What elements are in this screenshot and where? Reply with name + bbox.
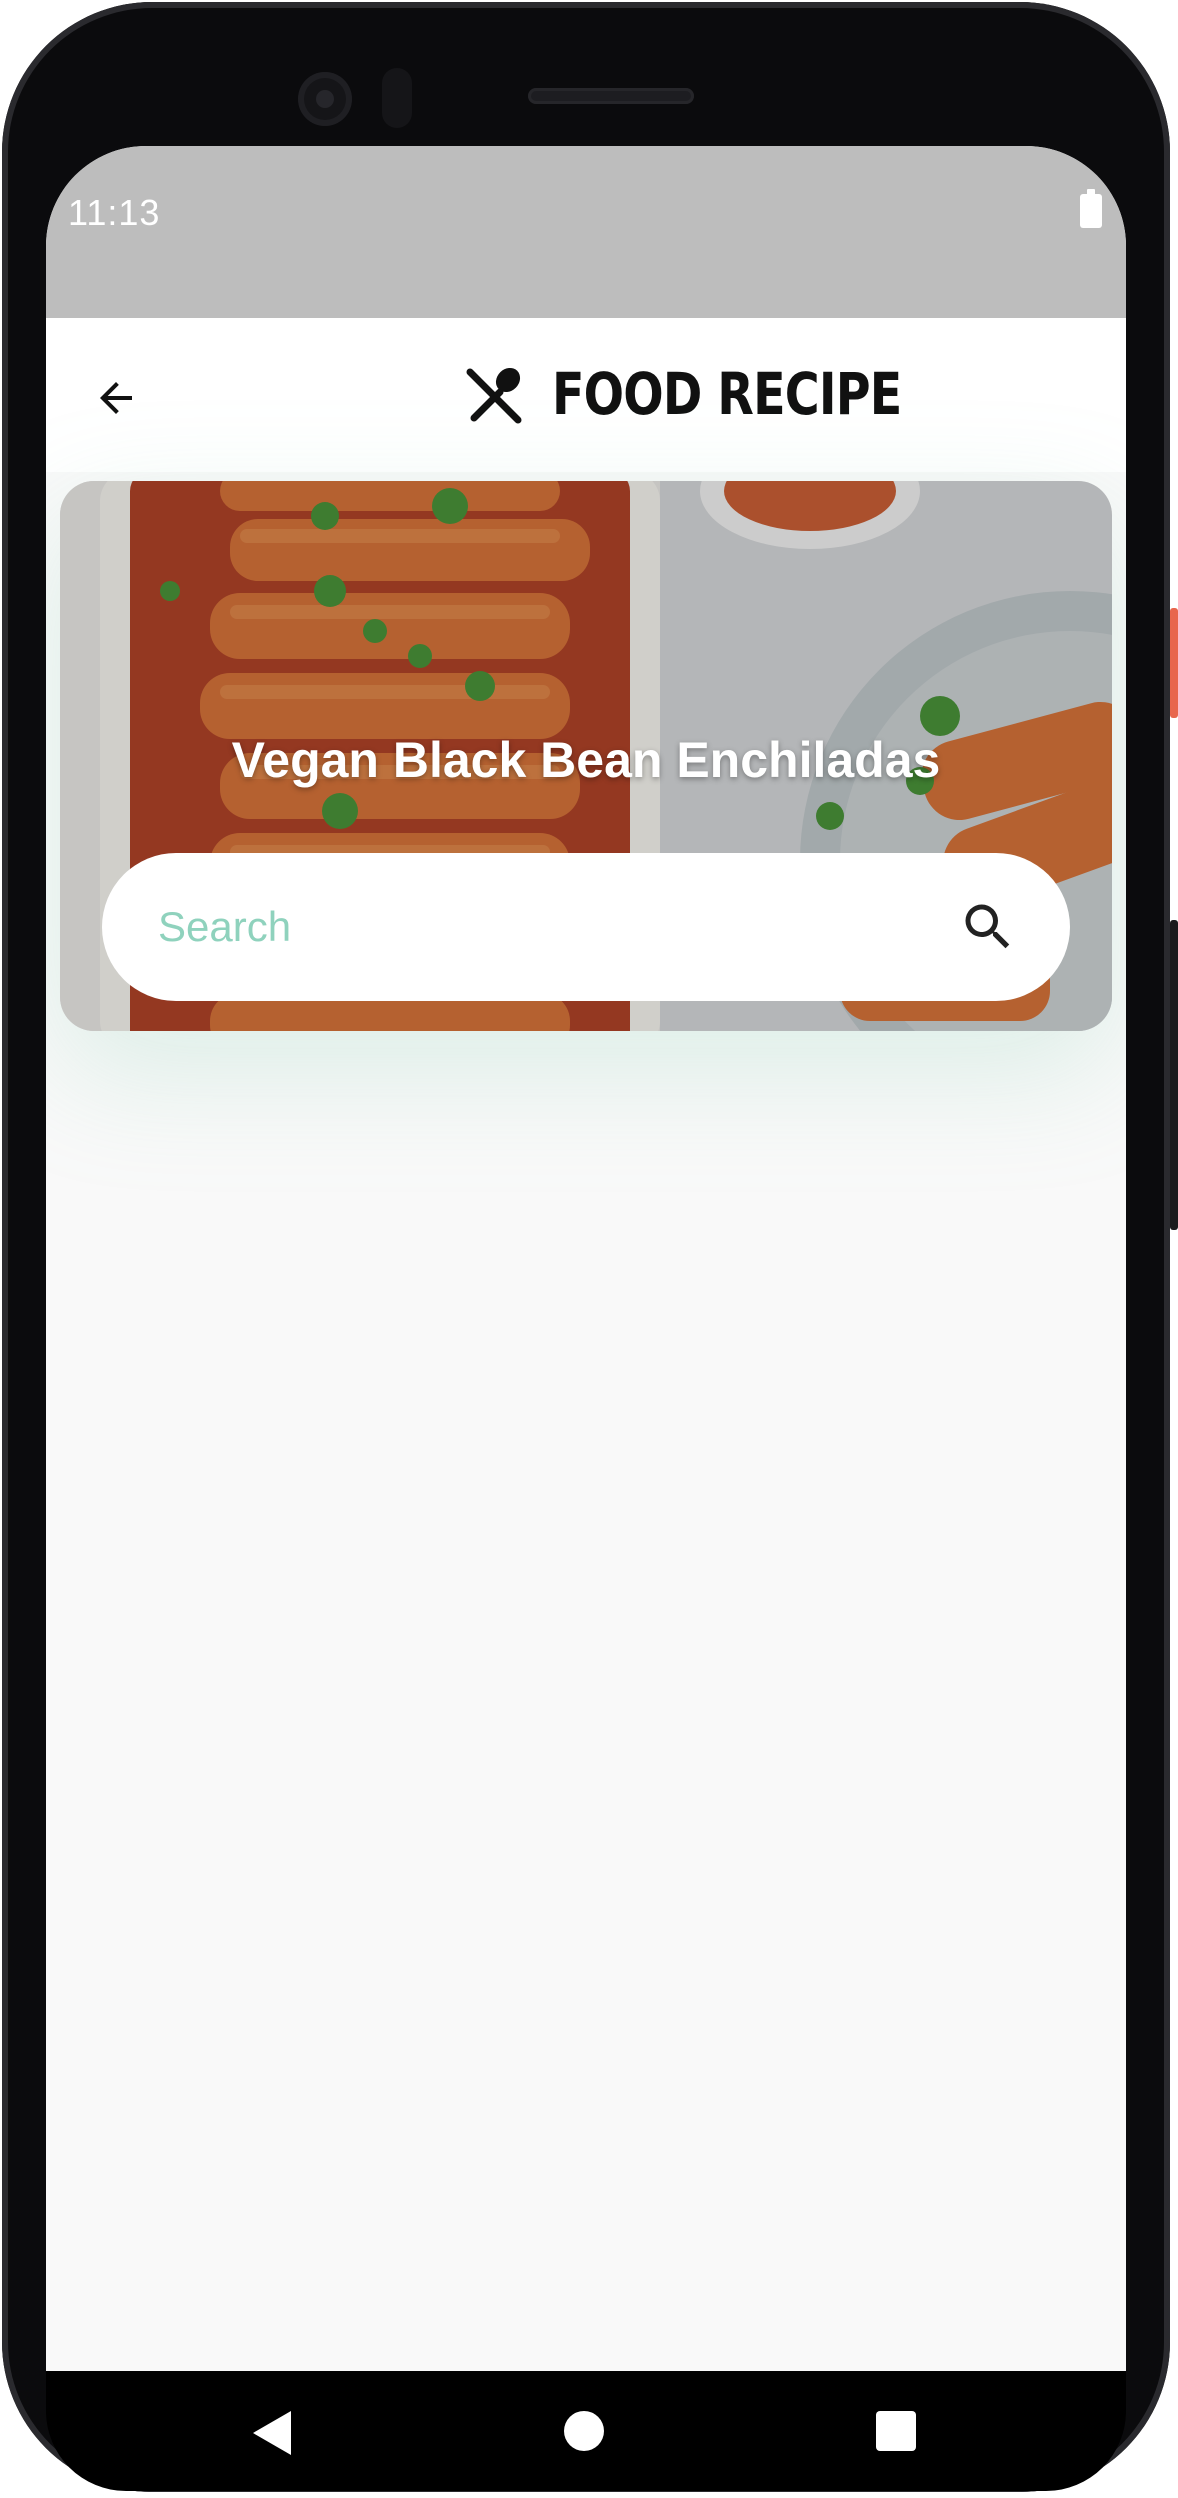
app-title: FOOD RECIPE <box>552 360 902 428</box>
status-bar: 11:13 <box>46 146 1126 318</box>
search-button[interactable] <box>958 897 1018 957</box>
power-button[interactable] <box>1170 608 1178 718</box>
back-button[interactable] <box>86 368 146 428</box>
earpiece-speaker <box>528 88 694 104</box>
nav-home-icon[interactable] <box>564 2411 604 2451</box>
app-brand: FOOD RECIPE <box>462 354 978 434</box>
recipe-title: Vegan Black Bean Enchiladas <box>231 732 941 788</box>
nav-recents-icon[interactable] <box>876 2411 916 2451</box>
app-bar: FOOD RECIPE <box>46 318 1126 472</box>
system-nav-bar <box>46 2371 1126 2491</box>
search-input[interactable] <box>156 902 920 952</box>
nav-back-icon[interactable] <box>251 2409 295 2457</box>
front-camera <box>298 72 352 126</box>
fork-spoon-icon <box>466 367 522 424</box>
screen: 11:13 FOOD RECIPE Vegan Black Bean Enchi… <box>46 146 1126 2371</box>
search-icon <box>965 904 1010 949</box>
arrow-back-icon <box>100 382 132 414</box>
status-time: 11:13 <box>68 192 161 233</box>
battery-icon <box>1080 189 1102 228</box>
recipe-hero-card[interactable]: Vegan Black Bean Enchiladas <box>60 481 1112 1031</box>
volume-button[interactable] <box>1170 920 1178 1230</box>
search-bar <box>102 853 1070 1001</box>
proximity-sensor <box>382 68 412 128</box>
